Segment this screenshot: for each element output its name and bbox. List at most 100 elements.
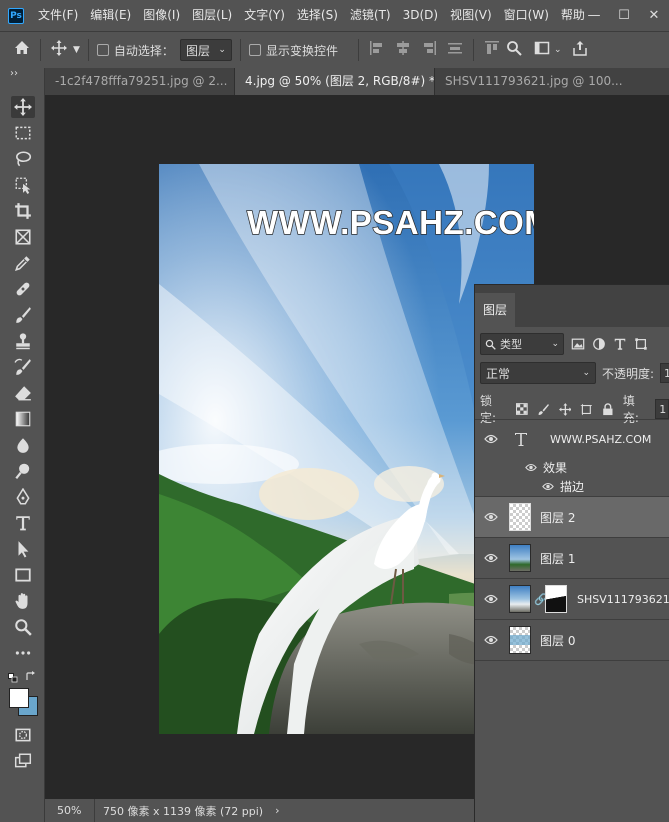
chevron-right-icon[interactable]: › (275, 804, 279, 817)
hand-tool-icon[interactable] (11, 590, 35, 612)
blend-mode-dropdown[interactable]: 正常 ⌄ (480, 362, 596, 384)
align-left-icon[interactable] (367, 40, 387, 60)
menu-edit[interactable]: 编辑(E) (84, 0, 137, 31)
marquee-tool-icon[interactable] (11, 122, 35, 144)
document-tabs: -1c2f478fffa79251.jpg @ 2... 4.jpg @ 50%… (45, 68, 669, 95)
tab-label: 4.jpg @ 50% (图层 2, RGB/8#) * (245, 74, 435, 88)
effects-visibility-eye-icon[interactable] (525, 461, 537, 475)
workspace-icon[interactable] (532, 40, 552, 60)
gradient-tool-icon[interactable] (11, 408, 35, 430)
lock-transparent-pixels-icon[interactable] (516, 403, 529, 415)
kind-filter-dropdown[interactable]: 类型 ⌄ (480, 333, 564, 355)
stroke-effect-label: 描边 (560, 480, 585, 494)
menu-3d[interactable]: 3D(D) (397, 0, 444, 31)
frame-tool-icon[interactable] (11, 226, 35, 248)
auto-select-dropdown[interactable]: 图层 ⌄ (179, 39, 232, 61)
type-tool-icon[interactable] (11, 512, 35, 534)
menu-image[interactable]: 图像(I) (137, 0, 186, 31)
healing-brush-tool-icon[interactable] (11, 278, 35, 300)
more-tools-icon[interactable] (11, 642, 35, 664)
layer-row[interactable]: WWW.PSAHZ.COM (475, 419, 669, 458)
fill-field[interactable]: 1 (655, 399, 669, 419)
menu-type[interactable]: 文字(Y) (238, 0, 291, 31)
close-icon[interactable]: ✕ (639, 0, 669, 31)
auto-select-value: 图层 (185, 43, 210, 58)
layer-name: 图层 2 (540, 510, 576, 525)
tab-document-1[interactable]: -1c2f478fffa79251.jpg @ 2... (45, 68, 235, 95)
visibility-eye-icon[interactable] (483, 591, 499, 607)
swap-colors-icon[interactable] (25, 671, 36, 682)
visibility-eye-icon[interactable] (483, 550, 499, 566)
clone-stamp-tool-icon[interactable] (11, 330, 35, 352)
menu-filter[interactable]: 滤镜(T) (344, 0, 397, 31)
lock-all-icon[interactable] (602, 402, 614, 416)
type-filter-icon[interactable] (613, 337, 627, 351)
pixel-filter-icon[interactable] (571, 337, 585, 351)
rectangle-tool-icon[interactable] (11, 564, 35, 586)
zoom-level[interactable]: 50% (45, 799, 95, 822)
layer-mask-thumbnail[interactable] (545, 585, 567, 613)
minimize-icon[interactable]: — (579, 0, 609, 31)
move-tool-icon[interactable] (49, 40, 69, 60)
maximize-icon[interactable]: ☐ (609, 0, 639, 31)
adjustment-filter-icon[interactable] (592, 337, 606, 351)
path-selection-tool-icon[interactable] (11, 538, 35, 560)
default-colors-icon[interactable] (8, 672, 18, 683)
pen-tool-icon[interactable] (11, 486, 35, 508)
dodge-tool-icon[interactable] (11, 460, 35, 482)
eraser-tool-icon[interactable] (11, 382, 35, 404)
layer-effects-row[interactable]: 效果 (475, 458, 669, 477)
tab-document-2[interactable]: 4.jpg @ 50% (图层 2, RGB/8#) * ✕ (235, 68, 435, 95)
foreground-color-swatch[interactable] (9, 688, 29, 708)
quick-mask-icon[interactable] (11, 724, 35, 746)
lock-artboard-icon[interactable] (580, 403, 593, 416)
stroke-visibility-eye-icon[interactable] (542, 480, 554, 494)
screen-mode-icon[interactable] (11, 750, 35, 772)
menu-window[interactable]: 窗口(W) (498, 0, 555, 31)
align-right-icon[interactable] (419, 40, 439, 60)
visibility-eye-icon[interactable] (483, 509, 499, 525)
zoom-tool-icon[interactable] (11, 616, 35, 638)
layer-thumbnail (509, 544, 531, 572)
menu-layer[interactable]: 图层(L) (186, 0, 238, 31)
align-center-icon[interactable] (393, 40, 413, 60)
auto-select-checkbox[interactable] (96, 44, 109, 56)
tab-layers[interactable]: 图层 (475, 293, 515, 327)
distribute-icon[interactable] (445, 40, 465, 60)
chevron-down-icon[interactable]: ⌄ (554, 45, 562, 55)
shape-filter-icon[interactable] (634, 337, 648, 351)
blur-tool-icon[interactable] (11, 434, 35, 456)
move-tool-icon[interactable] (11, 96, 35, 118)
layer-row[interactable]: 图层 0 (475, 619, 669, 661)
collapse-toggle-icon[interactable]: ›› (10, 68, 18, 79)
share-icon[interactable] (570, 40, 590, 60)
opacity-field[interactable]: 1 (660, 363, 669, 383)
layer-row[interactable]: 图层 2 (475, 496, 669, 537)
layer-row[interactable]: 🔗 SHSV111793621 (475, 578, 669, 619)
visibility-eye-icon[interactable] (483, 632, 499, 648)
lock-position-icon[interactable] (558, 402, 572, 416)
brush-tool-icon[interactable] (11, 304, 35, 326)
home-icon[interactable] (12, 40, 32, 60)
align-top-icon[interactable] (482, 40, 502, 60)
show-transform-checkbox[interactable] (248, 44, 261, 56)
tab-document-3[interactable]: SHSV111793621.jpg @ 100... (435, 68, 669, 95)
search-icon[interactable] (504, 40, 524, 60)
eyedropper-tool-icon[interactable] (11, 252, 35, 274)
stroke-effect-row[interactable]: 描边 (475, 477, 669, 496)
object-select-tool-icon[interactable] (11, 174, 35, 196)
chevron-down-icon[interactable]: ▼ (73, 45, 80, 55)
menu-file[interactable]: 文件(F) (32, 0, 84, 31)
photoshop-logo[interactable]: Ps (8, 7, 24, 24)
menu-select[interactable]: 选择(S) (291, 0, 344, 31)
layer-name: WWW.PSAHZ.COM (550, 432, 652, 446)
menu-view[interactable]: 视图(V) (444, 0, 498, 31)
lasso-tool-icon[interactable] (11, 148, 35, 170)
separator (357, 39, 359, 61)
layer-row[interactable]: 图层 1 (475, 537, 669, 578)
visibility-eye-icon[interactable] (483, 431, 499, 447)
crop-tool-icon[interactable] (11, 200, 35, 222)
kind-filter-value: 类型 (500, 338, 522, 351)
lock-image-pixels-icon[interactable] (537, 403, 550, 416)
history-brush-tool-icon[interactable] (11, 356, 35, 378)
